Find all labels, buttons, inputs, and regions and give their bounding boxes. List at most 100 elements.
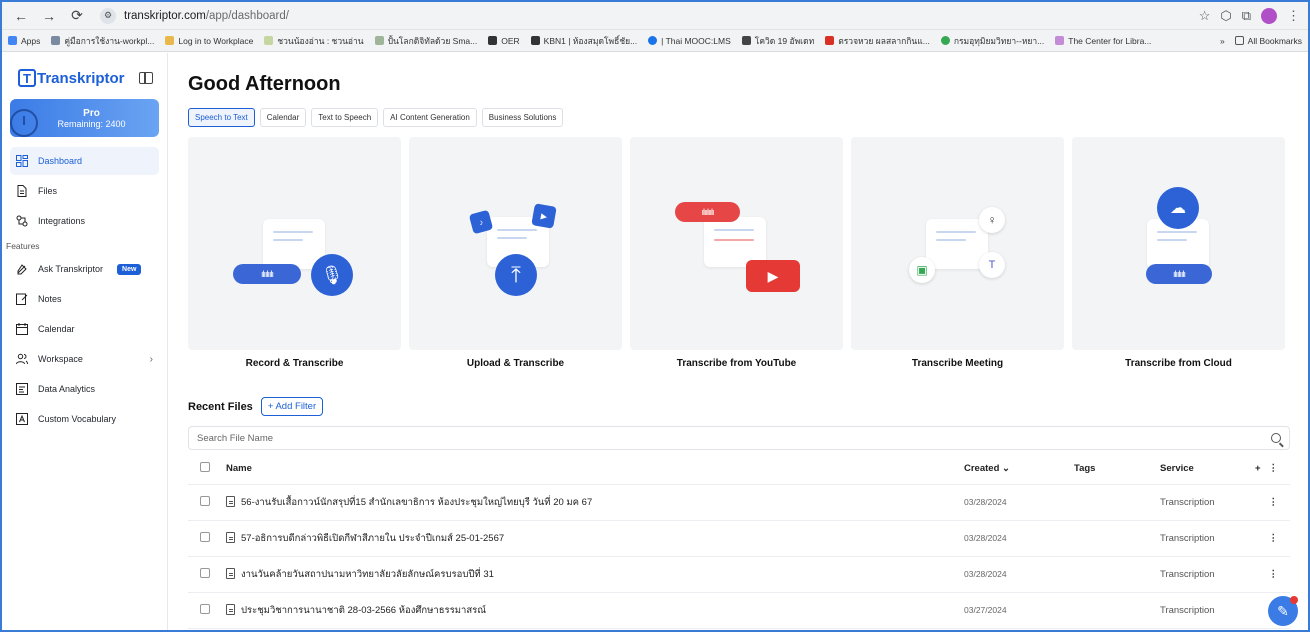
files-table: Name Created ⌄ Tags Service + ⋮ 56-งานรั… bbox=[188, 454, 1290, 629]
meeting-illustration: ♀ ▣ T bbox=[851, 137, 1064, 350]
bookmark-item[interactable]: | Thai MOOC:LMS bbox=[648, 36, 731, 46]
puzzle-icon[interactable]: ⧉ bbox=[1242, 8, 1251, 24]
site-info-icon[interactable]: ⚙ bbox=[100, 7, 116, 24]
profile-avatar[interactable] bbox=[1261, 7, 1277, 24]
sidebar-item-workspace[interactable]: Workspace › bbox=[10, 345, 159, 373]
card-label: Upload & Transcribe bbox=[466, 358, 565, 369]
file-created: 03/28/2024 bbox=[964, 556, 1074, 593]
youtube-icon: ▶ bbox=[746, 260, 800, 292]
row-menu-icon[interactable]: ⋮ bbox=[1269, 533, 1279, 544]
brand-name: Transkriptor bbox=[37, 69, 125, 87]
sidebar-item-ask-transkriptor[interactable]: Ask Transkriptor New bbox=[10, 255, 159, 283]
action-cards: ılıılıılı 🎙 Record & Transcribe ♪ ▶ ⤒ Up… bbox=[188, 137, 1290, 369]
row-checkbox[interactable] bbox=[200, 495, 210, 506]
file-created: 03/27/2024 bbox=[964, 592, 1074, 629]
waveform-icon: ılıılıılı bbox=[233, 264, 301, 284]
star-icon[interactable]: ☆ bbox=[1199, 8, 1211, 24]
bookmark-item[interactable]: ตรวจหวย ผลสลากกินแ... bbox=[825, 34, 930, 48]
extension-icon[interactable]: ⬡ bbox=[1220, 8, 1231, 24]
file-tags bbox=[1074, 520, 1160, 557]
add-filter-button[interactable]: + Add Filter bbox=[260, 397, 324, 416]
row-checkbox[interactable] bbox=[200, 603, 210, 614]
forward-icon[interactable]: → bbox=[38, 5, 60, 27]
tab-business-solutions[interactable]: Business Solutions bbox=[481, 108, 564, 127]
card-label: Transcribe Meeting bbox=[911, 358, 1004, 369]
upload-icon: ⤒ bbox=[495, 254, 537, 296]
teams-icon: T bbox=[979, 252, 1005, 278]
bookmarks-more[interactable]: » bbox=[1220, 36, 1225, 46]
menu-icon[interactable]: ⋮ bbox=[1287, 8, 1300, 24]
select-all-checkbox[interactable] bbox=[200, 462, 210, 473]
all-bookmarks[interactable]: All Bookmarks bbox=[1234, 36, 1302, 46]
brand-logo[interactable]: T Transkriptor bbox=[18, 69, 125, 87]
search-icon[interactable] bbox=[1271, 433, 1281, 443]
cloud-download-icon: ☁ bbox=[1157, 187, 1199, 229]
card-label: Record & Transcribe bbox=[245, 358, 344, 369]
sidebar-item-files[interactable]: Files bbox=[10, 177, 159, 205]
video-file-icon: ▶ bbox=[531, 203, 557, 229]
table-row[interactable]: งานวันคล้ายวันสถาปนามหาวิทยาลัยวลัยลักษณ… bbox=[188, 556, 1290, 593]
table-row[interactable]: 57-อธิการบดีกล่าวพิธีเปิดกีฬาสีภายใน ประ… bbox=[188, 520, 1290, 557]
cloud-illustration: ☁ ılıılıılı bbox=[1072, 137, 1285, 350]
column-created[interactable]: Created ⌄ bbox=[964, 454, 1074, 485]
table-row[interactable]: ประชุมวิชาการนานาชาติ 28-03-2566 ห้องศึก… bbox=[188, 592, 1290, 629]
row-menu-icon[interactable]: ⋮ bbox=[1269, 569, 1279, 580]
add-column-button[interactable]: + bbox=[1255, 463, 1261, 474]
bookmark-item[interactable]: KBN1 | ห้องสมุดโพธิ์ชัย... bbox=[530, 34, 637, 48]
assistant-icon: ✎ bbox=[1277, 602, 1289, 619]
bookmark-item[interactable]: ชวนน้องอ่าน : ชวนอ่าน bbox=[264, 34, 364, 48]
reload-icon[interactable]: ⟳ bbox=[66, 5, 88, 27]
collapse-sidebar-icon[interactable] bbox=[139, 72, 153, 84]
bookmark-item[interactable]: Apps bbox=[8, 36, 40, 46]
sidebar-item-integrations[interactable]: Integrations bbox=[10, 207, 159, 235]
bookmark-item[interactable]: กรมอุทุมิยมวิทยา--หยา... bbox=[940, 34, 1044, 48]
card-transcribe-meeting[interactable]: ♀ ▣ T Transcribe Meeting bbox=[851, 137, 1064, 369]
card-transcribe-youtube[interactable]: ılıılıılı ▶ Transcribe from YouTube bbox=[630, 137, 843, 369]
plan-card[interactable]: Pro Remaining: 2400 bbox=[10, 99, 159, 137]
tab-calendar[interactable]: Calendar bbox=[259, 108, 307, 127]
grid-icon bbox=[51, 36, 61, 45]
bookmark-icon bbox=[264, 36, 274, 45]
columns-menu-icon[interactable]: ⋮ bbox=[1269, 463, 1279, 474]
sidebar-item-dashboard[interactable]: Dashboard bbox=[10, 147, 159, 175]
tab-speech-to-text[interactable]: Speech to Text bbox=[188, 108, 255, 127]
bookmark-icon bbox=[741, 36, 751, 45]
row-checkbox[interactable] bbox=[200, 531, 210, 542]
recent-files-title: Recent Files bbox=[188, 400, 253, 413]
bookmark-item[interactable]: โควิด 19 อัพเดท bbox=[741, 34, 814, 48]
browser-window: ← → ⟳ ⚙ transkriptor.com/app/dashboard/ … bbox=[2, 2, 1308, 630]
tab-ai-content-generation[interactable]: AI Content Generation bbox=[383, 108, 477, 127]
address-bar[interactable]: ⚙ transkriptor.com/app/dashboard/ bbox=[94, 5, 1193, 27]
apps-icon bbox=[8, 36, 17, 45]
sidebar-item-notes[interactable]: Notes bbox=[10, 285, 159, 313]
sidebar-item-data-analytics[interactable]: Data Analytics bbox=[10, 375, 159, 403]
sidebar-item-calendar[interactable]: Calendar bbox=[10, 315, 159, 343]
file-name[interactable]: 57-อธิการบดีกล่าวพิธีเปิดกีฬาสีภายใน ประ… bbox=[241, 533, 504, 544]
card-label: Transcribe from YouTube bbox=[676, 358, 797, 369]
bookmark-icon bbox=[940, 36, 950, 45]
file-name[interactable]: 56-งานรับเสื้อกาวน์นักสรุปที่15 สำนักเลข… bbox=[241, 497, 592, 508]
file-created: 03/28/2024 bbox=[964, 484, 1074, 521]
card-record-transcribe[interactable]: ılıılıılı 🎙 Record & Transcribe bbox=[188, 137, 401, 369]
bookmark-item[interactable]: The Center for Libra... bbox=[1055, 36, 1151, 46]
sidebar: T Transkriptor Pro Remaining: 2400 Dashb… bbox=[2, 53, 168, 630]
file-name[interactable]: งานวันคล้ายวันสถาปนามหาวิทยาลัยวลัยลักษณ… bbox=[241, 569, 494, 580]
search-input[interactable]: Search File Name bbox=[188, 426, 1290, 450]
calendar-icon bbox=[16, 323, 28, 335]
tab-text-to-speech[interactable]: Text to Speech bbox=[311, 108, 379, 127]
column-name[interactable]: Name bbox=[226, 454, 964, 485]
bookmark-item[interactable]: ปั้นโลกดิจิทัลด้วย Sma... bbox=[374, 34, 477, 48]
row-menu-icon[interactable]: ⋮ bbox=[1269, 497, 1279, 508]
card-transcribe-cloud[interactable]: ☁ ılıılıılı Transcribe from Cloud bbox=[1072, 137, 1285, 369]
table-row[interactable]: 56-งานรับเสื้อกาวน์นักสรุปที่15 สำนักเลข… bbox=[188, 484, 1290, 521]
row-checkbox[interactable] bbox=[200, 567, 210, 578]
back-icon[interactable]: ← bbox=[10, 5, 32, 27]
file-name[interactable]: ประชุมวิชาการนานาชาติ 28-03-2566 ห้องศึก… bbox=[241, 605, 486, 616]
bookmark-item[interactable]: OER bbox=[488, 36, 520, 46]
file-service: Transcription bbox=[1160, 556, 1246, 593]
bookmark-item[interactable]: คู่มือการใช้งาน-workpl... bbox=[51, 34, 154, 48]
assistant-fab-button[interactable]: ✎ bbox=[1268, 596, 1298, 626]
bookmark-item[interactable]: Log in to Workplace bbox=[165, 36, 253, 46]
card-upload-transcribe[interactable]: ♪ ▶ ⤒ Upload & Transcribe bbox=[409, 137, 622, 369]
sidebar-item-custom-vocabulary[interactable]: Custom Vocabulary bbox=[10, 405, 159, 433]
